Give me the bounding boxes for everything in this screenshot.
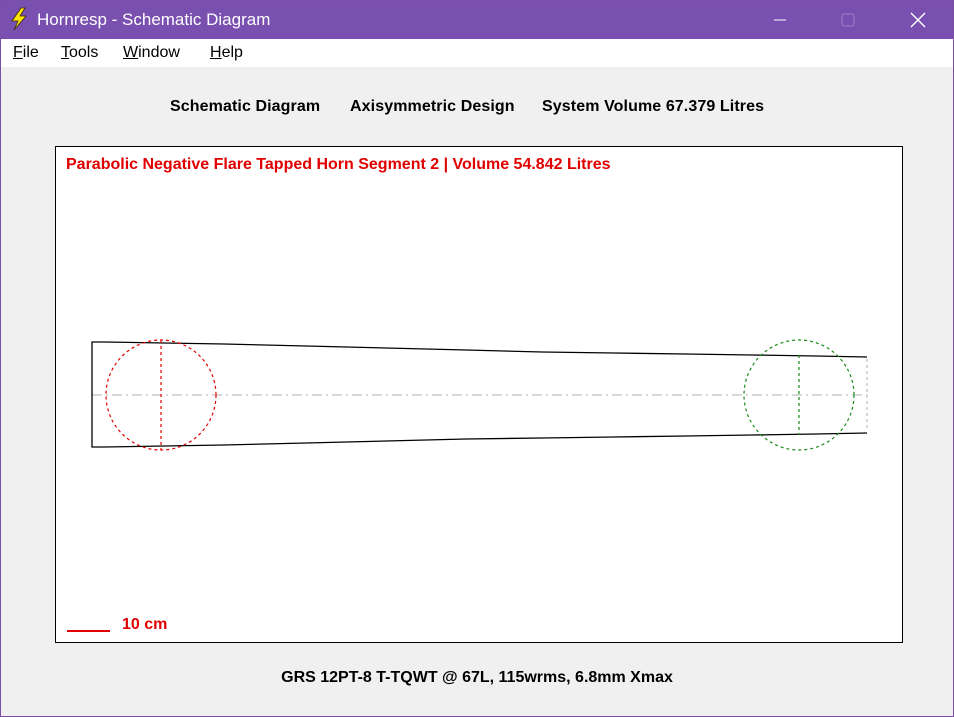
close-button[interactable] xyxy=(895,1,941,39)
schematic-diagram-canvas: Parabolic Negative Flare Tapped Horn Seg… xyxy=(55,146,903,643)
horn-bottom-wall xyxy=(103,432,868,448)
minimize-button[interactable] xyxy=(757,1,803,39)
horn-top-wall xyxy=(103,341,868,358)
menu-window[interactable]: Window xyxy=(123,44,180,62)
menu-bar: File Tools Window Help xyxy=(1,39,953,67)
system-volume-label: System Volume 67.379 Litres xyxy=(542,98,765,115)
scale-bar xyxy=(67,630,110,632)
close-icon xyxy=(910,12,926,28)
menu-file[interactable]: File xyxy=(13,44,39,62)
menu-help-mnemonic: H xyxy=(210,44,222,61)
menu-window-label: indow xyxy=(138,44,180,61)
minimize-icon xyxy=(774,19,786,21)
menu-help[interactable]: Help xyxy=(210,44,243,62)
hornresp-window: Hornresp - Schematic Diagram File Tools … xyxy=(0,0,954,717)
project-description: GRS 12PT-8 T-TQWT @ 67L, 115wrms, 6.8mm … xyxy=(281,669,673,686)
design-type-label: Axisymmetric Design xyxy=(350,98,515,115)
menu-tools-mnemonic: T xyxy=(61,44,69,61)
lightning-bolt-icon xyxy=(7,7,31,31)
menu-tools[interactable]: Tools xyxy=(61,44,98,62)
menu-file-label: ile xyxy=(22,44,39,61)
menu-tools-label: ools xyxy=(69,44,99,61)
maximize-icon xyxy=(841,13,855,27)
title-bar[interactable]: Hornresp - Schematic Diagram xyxy=(1,1,953,39)
window-title: Hornresp - Schematic Diagram xyxy=(37,10,271,29)
scale-label: 10 cm xyxy=(122,616,168,633)
maximize-button[interactable] xyxy=(825,1,871,39)
horn-schematic xyxy=(91,339,868,451)
segment-title: Parabolic Negative Flare Tapped Horn Seg… xyxy=(66,156,611,173)
menu-help-label: elp xyxy=(221,44,243,61)
menu-file-mnemonic: F xyxy=(13,44,23,61)
diagram-type-label: Schematic Diagram xyxy=(170,98,321,115)
menu-window-mnemonic: W xyxy=(123,44,139,61)
